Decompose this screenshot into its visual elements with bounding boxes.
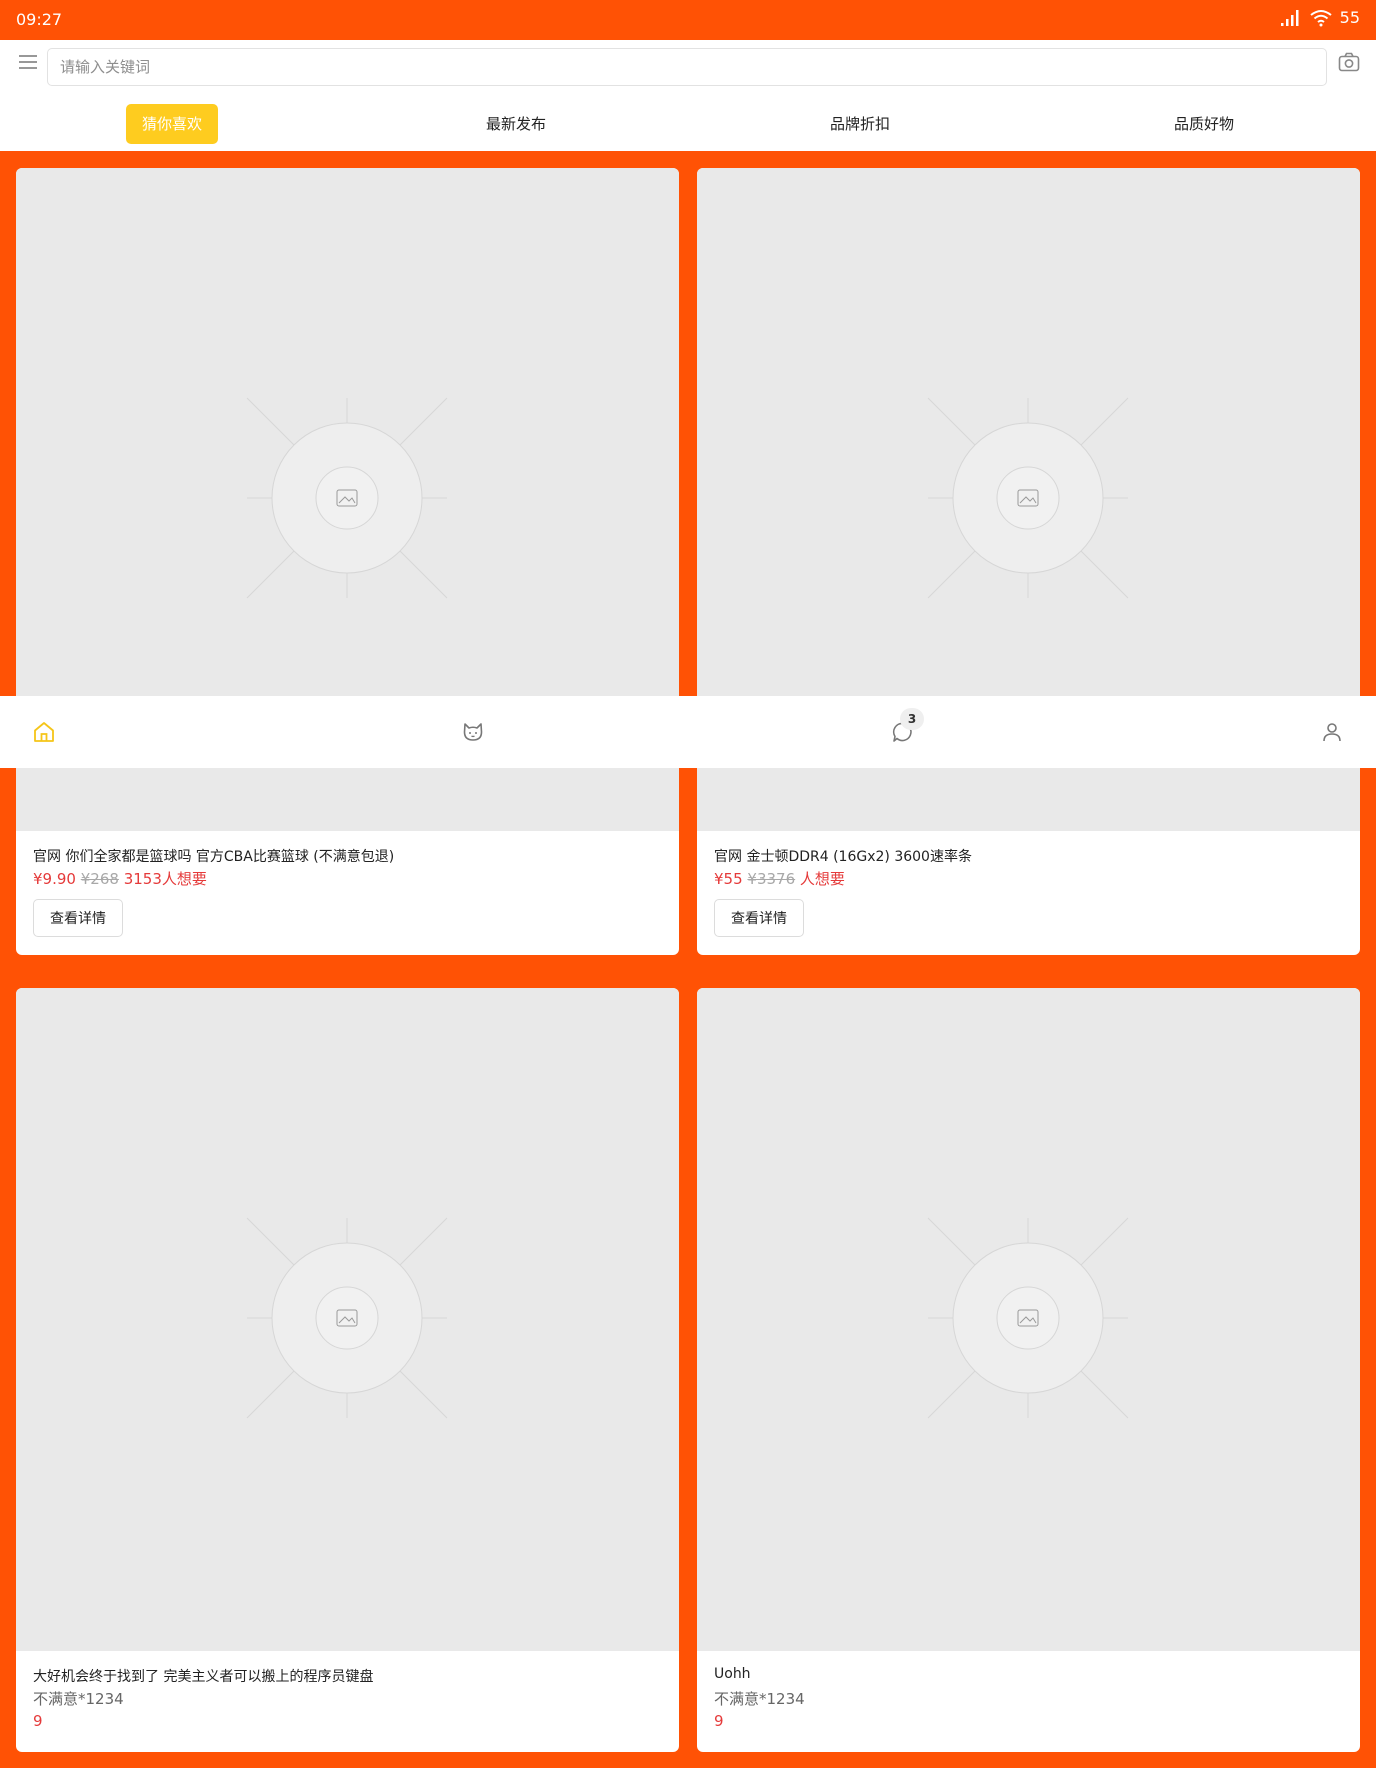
menu-icon[interactable] — [16, 50, 40, 74]
camera-icon[interactable] — [1337, 50, 1361, 74]
product-subtitle: 不满意*1234 — [33, 1690, 124, 1708]
product-title: 官网 你们全家都是篮球吗 官方CBA比赛篮球 (不满意包退) — [33, 849, 395, 865]
original-price: ¥268 — [80, 870, 119, 888]
cat-icon[interactable] — [461, 720, 485, 744]
original-price: ¥3376 — [747, 870, 796, 888]
product-title: Uohh — [714, 1666, 751, 1682]
home-icon[interactable] — [32, 720, 56, 744]
product-price: ¥55 — [714, 870, 743, 888]
wifi-icon — [1310, 9, 1332, 27]
tab-quality-goods[interactable]: 品质好物 — [1174, 104, 1234, 144]
view-details-button[interactable]: 查看详情 — [714, 899, 804, 937]
product-image-placeholder — [697, 988, 1360, 1651]
product-image-placeholder — [16, 988, 679, 1651]
header: 猜你喜欢 最新发布 品牌折扣 品质好物 — [0, 40, 1376, 151]
view-details-button[interactable]: 查看详情 — [33, 899, 123, 937]
product-card[interactable]: 官网 金士顿DDR4 (16Gx2) 3600速率条 ¥55 ¥3376 人想要… — [697, 168, 1360, 955]
battery-level: 55 — [1339, 8, 1360, 27]
product-title: 大好机会终于找到了 完美主义者可以搬上的程序员键盘 — [33, 1669, 374, 1685]
product-subtitle: 不满意*1234 — [714, 1690, 805, 1708]
price-line: ¥9.90 ¥268 3153人想要 — [33, 868, 207, 889]
wants-count: 人想要 — [799, 870, 845, 888]
user-icon[interactable] — [1320, 720, 1344, 744]
product-title: 官网 金士顿DDR4 (16Gx2) 3600速率条 — [714, 849, 972, 865]
category-tabs: 猜你喜欢 最新发布 品牌折扣 品质好物 — [0, 104, 1376, 148]
product-card[interactable]: 官网 你们全家都是篮球吗 官方CBA比赛篮球 (不满意包退) ¥9.90 ¥26… — [16, 168, 679, 955]
message-badge: 3 — [900, 708, 924, 730]
image-placeholder-icon — [927, 1217, 1129, 1419]
tab-latest[interactable]: 最新发布 — [486, 104, 546, 144]
status-indicators: 55 — [1280, 8, 1360, 27]
status-bar: 09:27 55 — [0, 0, 1376, 40]
tab-brand-discount[interactable]: 品牌折扣 — [830, 104, 890, 144]
bottom-navigation: 3 — [0, 696, 1376, 768]
product-value: 9 — [714, 1712, 724, 1730]
product-price: ¥9.90 — [33, 870, 76, 888]
product-card[interactable]: 大好机会终于找到了 完美主义者可以搬上的程序员键盘 不满意*1234 9 — [16, 988, 679, 1752]
price-line: ¥55 ¥3376 人想要 — [714, 868, 845, 889]
status-time: 09:27 — [16, 10, 63, 29]
tab-guess-you-like[interactable]: 猜你喜欢 — [125, 104, 219, 144]
wants-count: 3153人想要 — [123, 870, 207, 888]
product-card[interactable]: Uohh 不满意*1234 9 — [697, 988, 1360, 1752]
signal-icon — [1280, 9, 1302, 27]
search-input[interactable] — [47, 48, 1327, 86]
image-placeholder-icon — [246, 1217, 448, 1419]
product-value: 9 — [33, 1712, 43, 1730]
